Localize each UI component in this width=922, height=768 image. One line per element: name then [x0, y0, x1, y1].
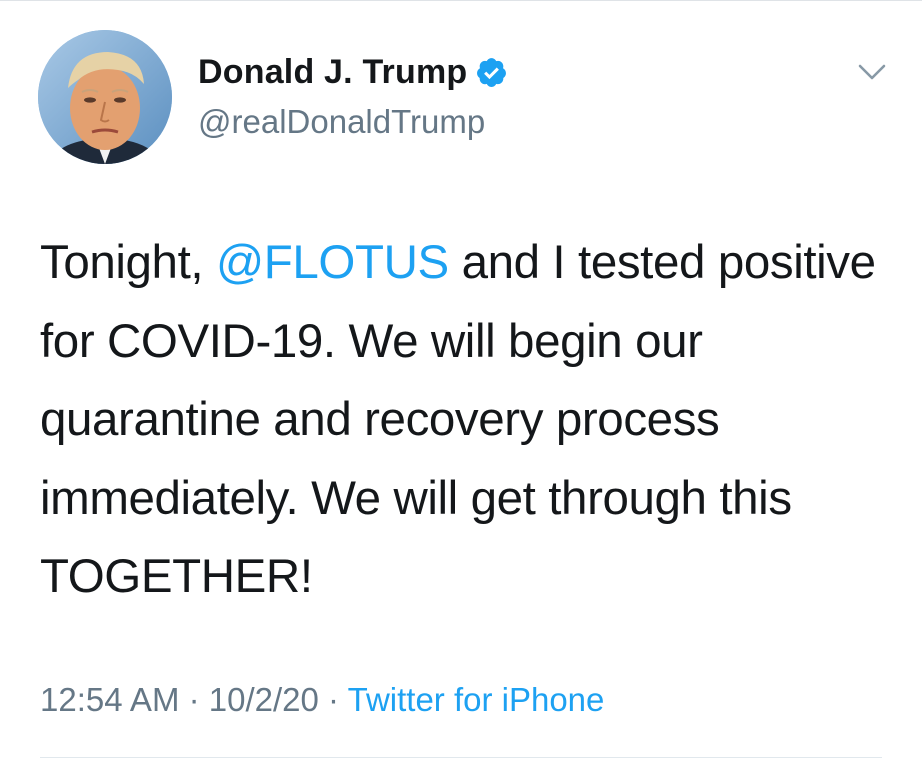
tweet-time[interactable]: 12:54 AM: [40, 681, 179, 718]
tweet-text: Tonight, @FLOTUS and I tested positive f…: [40, 224, 900, 617]
tweet-text-part: Tonight,: [40, 236, 216, 289]
display-name[interactable]: Donald J. Trump: [198, 50, 467, 94]
avatar-photo: [38, 30, 172, 164]
tweet-text-part: and I tested positive for COVID-19. We w…: [40, 236, 876, 603]
top-divider: [0, 0, 922, 1]
mention-link[interactable]: @FLOTUS: [216, 236, 449, 289]
tweet-detail: Donald J. Trump @realDonaldTrump Tonight…: [0, 0, 922, 768]
verified-badge-icon: [475, 56, 508, 89]
bottom-divider: [40, 757, 882, 758]
tweet-meta: 12:54 AM · 10/2/20 · Twitter for iPhone: [40, 680, 604, 720]
avatar[interactable]: [38, 30, 172, 164]
tweet-source-link[interactable]: Twitter for iPhone: [348, 681, 605, 718]
author-name-row[interactable]: Donald J. Trump: [198, 50, 508, 94]
meta-separator: ·: [318, 681, 348, 718]
tweet-date[interactable]: 10/2/20: [209, 681, 319, 718]
author-handle[interactable]: @realDonaldTrump: [198, 100, 485, 144]
meta-separator: ·: [179, 681, 209, 718]
chevron-down-icon[interactable]: [856, 60, 888, 84]
